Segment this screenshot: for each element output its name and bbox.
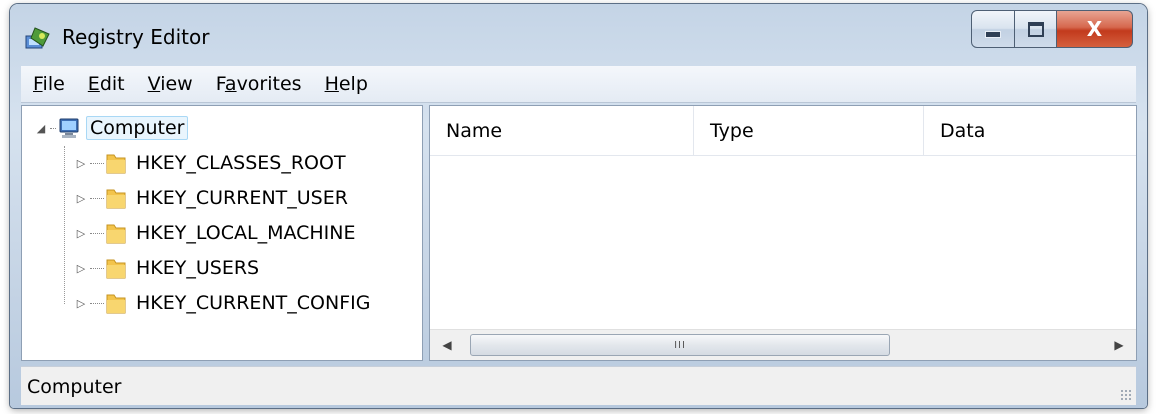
minimize-icon: [985, 30, 1001, 38]
menu-favorites[interactable]: Favorites: [204, 73, 313, 95]
column-header-row: Name Type Data: [430, 106, 1136, 156]
tree-connector: [90, 232, 104, 234]
folder-icon: [106, 154, 126, 174]
window-controls: X: [971, 10, 1133, 48]
expand-triangle-icon[interactable]: ▷: [74, 192, 88, 205]
tree-label: HKEY_USERS: [136, 257, 260, 279]
tree-label: HKEY_CLASSES_ROOT: [136, 152, 346, 174]
tree-connector: [50, 127, 56, 129]
menu-help[interactable]: Help: [313, 73, 379, 95]
menu-edit[interactable]: Edit: [76, 73, 136, 95]
expand-triangle-icon[interactable]: ▷: [74, 227, 88, 240]
tree-node-hkey-users[interactable]: ▷ HKEY_USERS: [74, 257, 259, 279]
folder-icon: [106, 259, 126, 279]
title-bar[interactable]: Registry Editor X: [10, 4, 1147, 62]
scroll-grip: III: [674, 339, 686, 351]
key-tree-pane[interactable]: ◢ Computer ▷ HKEY_CLASSES_ROOT ▷ HKEY_CU…: [21, 105, 423, 361]
tree-node-hkey-local-machine[interactable]: ▷ HKEY_LOCAL_MACHINE: [74, 222, 356, 244]
expand-triangle-icon[interactable]: ▷: [74, 297, 88, 310]
scroll-right-arrow-icon[interactable]: ▶: [1104, 330, 1134, 360]
menu-file[interactable]: File: [21, 73, 76, 95]
tree-node-hkey-classes-root[interactable]: ▷ HKEY_CLASSES_ROOT: [74, 152, 346, 174]
computer-icon: [59, 118, 79, 138]
status-bar: Computer: [21, 366, 1136, 405]
folder-icon: [106, 189, 126, 209]
tree-node-hkey-current-user[interactable]: ▷ HKEY_CURRENT_USER: [74, 187, 348, 209]
tree-connector: [90, 197, 104, 199]
tree-label: HKEY_LOCAL_MACHINE: [136, 222, 356, 244]
registry-editor-icon: [25, 27, 50, 49]
collapse-triangle-icon[interactable]: ◢: [34, 122, 48, 135]
menu-bar: File Edit View Favorites Help: [21, 66, 1136, 103]
minimize-button[interactable]: [971, 10, 1015, 48]
folder-icon: [106, 224, 126, 244]
folder-icon: [106, 294, 126, 314]
tree-label: HKEY_CURRENT_USER: [136, 187, 348, 209]
tree-connector: [90, 267, 104, 269]
menu-view[interactable]: View: [136, 73, 204, 95]
column-header-type[interactable]: Type: [694, 106, 924, 155]
horizontal-scrollbar[interactable]: ◀ III ▶: [430, 329, 1136, 360]
status-path: Computer: [27, 376, 122, 398]
tree-node-computer[interactable]: ◢ Computer: [34, 116, 189, 140]
registry-editor-window: Registry Editor X File Edit View Favorit…: [10, 4, 1147, 408]
maximize-icon: [1027, 21, 1044, 37]
maximize-button[interactable]: [1015, 10, 1057, 48]
window-title: Registry Editor: [62, 25, 210, 49]
tree-connector-line: [64, 146, 65, 304]
column-header-data[interactable]: Data: [924, 106, 1136, 155]
tree-connector: [90, 162, 104, 164]
close-icon: X: [1086, 17, 1103, 41]
expand-triangle-icon[interactable]: ▷: [74, 262, 88, 275]
tree-node-hkey-current-config[interactable]: ▷ HKEY_CURRENT_CONFIG: [74, 292, 371, 314]
scroll-thumb[interactable]: III: [470, 334, 890, 356]
column-header-name[interactable]: Name: [430, 106, 694, 155]
tree-label-computer: Computer: [86, 116, 189, 140]
values-list-pane[interactable]: Name Type Data ◀ III ▶: [429, 105, 1137, 361]
tree-label: HKEY_CURRENT_CONFIG: [136, 292, 371, 314]
close-button[interactable]: X: [1057, 10, 1133, 48]
expand-triangle-icon[interactable]: ▷: [74, 157, 88, 170]
tree-connector: [90, 302, 104, 304]
resize-grip-icon[interactable]: [1120, 389, 1132, 401]
scroll-left-arrow-icon[interactable]: ◀: [432, 330, 462, 360]
